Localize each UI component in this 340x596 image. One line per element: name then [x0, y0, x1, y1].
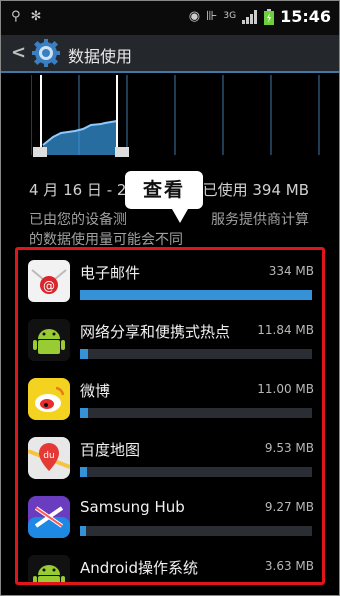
note-text-2: 的数据使用量可能会不同 — [29, 232, 183, 248]
app-name: 网络分享和便携式热点 — [80, 323, 231, 341]
app-usage-row[interactable]: Samsung Hub 9.27 MB — [18, 490, 322, 548]
usb-icon: ⚲ — [11, 9, 21, 24]
app-header: < 数据使用 — [1, 35, 339, 73]
app-name: 电子邮件 — [80, 264, 141, 282]
baidu-map-icon: du — [27, 437, 71, 479]
app-data-size: 3.63 MB — [264, 559, 314, 573]
android-icon — [28, 319, 70, 361]
screen: ⚲ ✻ ◉ ⊪ 3G 15:46 < 数据使用 4 月 16 日 - 2 已使用… — [0, 0, 340, 596]
date-range: 4 月 16 日 - 2 — [29, 181, 127, 199]
usage-bar-fill — [80, 349, 88, 359]
svg-text:@: @ — [43, 279, 55, 293]
app-name: Samsung Hub — [80, 498, 185, 516]
app-usage-row[interactable]: Android操作系统 3.63 MB — [18, 549, 322, 582]
app-name: 百度地图 — [80, 441, 141, 459]
usage-bar-fill — [80, 467, 87, 477]
total-usage: 已使用 394 MB — [202, 181, 309, 199]
vibrate-icon: ⊪ — [206, 9, 218, 24]
wifi-share-icon: ✻ — [30, 9, 42, 24]
usage-chart[interactable] — [31, 75, 321, 161]
app-data-size: 11.00 MB — [257, 382, 314, 396]
gear-icon — [32, 39, 60, 67]
usage-bar — [80, 467, 312, 477]
email-icon: @ — [28, 260, 70, 302]
android-icon — [28, 555, 70, 582]
network-type: 3G — [223, 11, 237, 21]
app-usage-list: @ 电子邮件 334 MB 网络分享和便携式热点 11.84 MB 微博 11.00 MB d… — [15, 247, 325, 585]
usage-bar-fill — [80, 408, 88, 418]
app-usage-row[interactable]: du 百度地图 9.53 MB — [18, 431, 322, 489]
weibo-icon — [28, 378, 70, 420]
app-data-size: 334 MB — [268, 264, 314, 278]
usage-bar-fill — [80, 526, 86, 536]
app-data-size: 9.53 MB — [264, 441, 314, 455]
usage-bar — [80, 290, 312, 300]
app-data-size: 11.84 MB — [257, 323, 314, 337]
app-name: Android操作系统 — [80, 559, 198, 577]
page-title: 数据使用 — [68, 47, 133, 66]
signal-icon — [242, 9, 258, 24]
note-text-1: 已由您的设备测 — [29, 212, 127, 228]
callout-label: 查看 — [125, 171, 203, 223]
range-handle-left — [33, 147, 47, 157]
usage-bar — [80, 526, 312, 536]
svg-text:du: du — [43, 451, 54, 461]
clock: 15:46 — [280, 7, 331, 26]
eye-icon: ◉ — [188, 9, 201, 24]
back-icon[interactable]: < — [11, 42, 26, 63]
usage-bar — [80, 408, 312, 418]
app-name: 微博 — [80, 382, 111, 400]
status-bar: ⚲ ✻ ◉ ⊪ 3G 15:46 — [1, 1, 339, 35]
app-usage-row[interactable]: 网络分享和便携式热点 11.84 MB — [18, 313, 322, 371]
samsung-hub-icon — [28, 496, 70, 538]
app-usage-row[interactable]: @ 电子邮件 334 MB — [18, 254, 322, 312]
battery-icon — [264, 8, 275, 25]
note-text-1b: 服务提供商计算 — [211, 212, 309, 228]
usage-bar-fill — [80, 290, 312, 300]
app-usage-row[interactable]: 微博 11.00 MB — [18, 372, 322, 430]
range-handle-right — [115, 147, 129, 157]
app-data-size: 9.27 MB — [264, 500, 314, 514]
usage-bar — [80, 349, 312, 359]
